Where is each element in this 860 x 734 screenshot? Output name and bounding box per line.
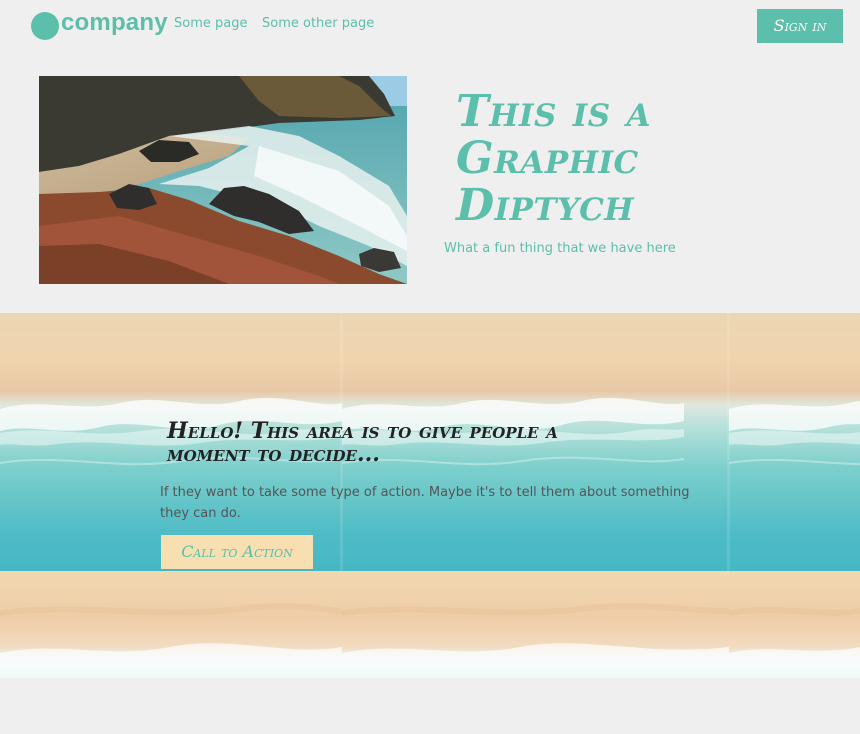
- sign-in-button[interactable]: Sign in: [757, 9, 843, 43]
- nav-link-some-page[interactable]: Some page: [174, 16, 247, 31]
- cta-heading: Hello! This area is to give people a mom…: [167, 418, 558, 467]
- diptych-title: This is a Graphic Diptych: [456, 86, 651, 231]
- top-navbar: company Some page Some other page Sign i…: [0, 0, 860, 60]
- cta-section: Hello! This area is to give people a mom…: [160, 420, 720, 524]
- diptych-subtitle: What a fun thing that we have here: [444, 241, 676, 256]
- nav-link-some-other-page[interactable]: Some other page: [262, 16, 374, 31]
- logo-circle-icon[interactable]: [31, 12, 59, 40]
- call-to-action-button[interactable]: Call to Action: [161, 535, 313, 569]
- logo-text[interactable]: company: [61, 9, 168, 37]
- coastal-beach-photo: [39, 76, 407, 284]
- cta-description: If they want to take some type of action…: [160, 485, 690, 521]
